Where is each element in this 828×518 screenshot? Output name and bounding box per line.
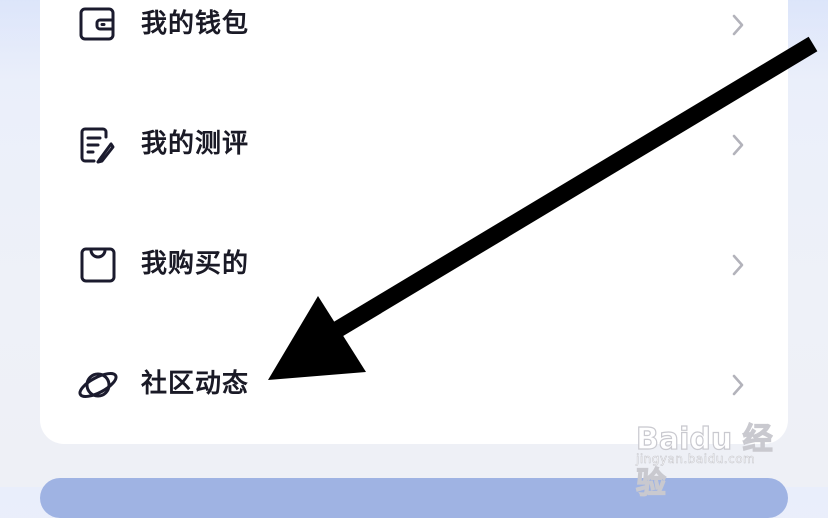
planet-icon [76, 363, 120, 407]
chevron-right-icon [732, 374, 744, 396]
wallet-icon [76, 3, 120, 47]
menu-item-label: 我的测评 [141, 129, 250, 159]
menu-item-wallet[interactable]: 我的钱包 [40, 0, 788, 75]
notepad-pen-icon [76, 123, 120, 167]
menu-item-purchased[interactable]: 我购买的 [40, 215, 788, 315]
watermark-domain: jingyan.baidu.com [636, 452, 756, 467]
menu-item-community[interactable]: 社区动态 [40, 335, 788, 435]
chevron-right-icon [732, 14, 744, 36]
menu-item-evaluation[interactable]: 我的测评 [40, 95, 788, 195]
menu-card: 我的钱包 我的测评 我购买的 社区动态 [40, 0, 788, 444]
menu-item-label: 社区动态 [141, 369, 250, 399]
menu-item-label: 我的钱包 [141, 9, 250, 39]
bottom-card [40, 478, 788, 518]
chevron-right-icon [732, 254, 744, 276]
shopping-bag-icon [76, 243, 120, 287]
menu-item-label: 我购买的 [141, 249, 250, 279]
chevron-right-icon [732, 134, 744, 156]
